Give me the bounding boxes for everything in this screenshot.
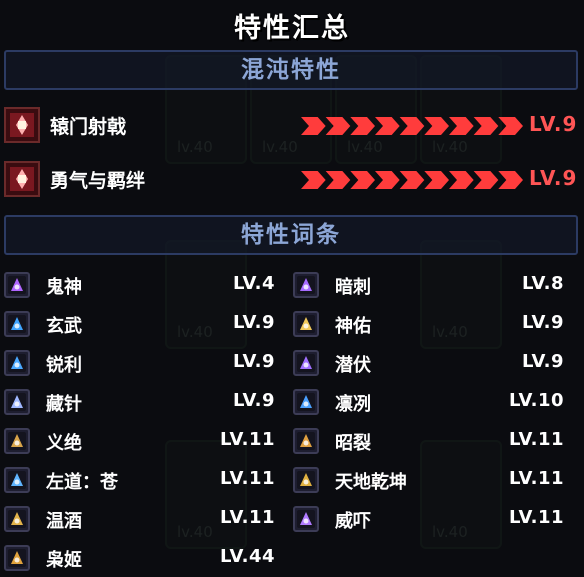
trait-level: LV.8 — [522, 273, 564, 294]
trait-entry[interactable]: 威吓 LV.11 — [293, 503, 578, 535]
trait-entry[interactable]: 温酒 LV.11 — [4, 503, 289, 535]
trait-level: LV.11 — [509, 429, 564, 450]
trait-level: LV.11 — [220, 429, 275, 450]
heaven-earth-icon — [293, 467, 319, 493]
trait-level: LV.11 — [220, 507, 275, 528]
trait-level: LV.9 — [522, 312, 564, 333]
intimidate-icon — [293, 506, 319, 532]
chaos-trait-row[interactable]: 勇气与羁绊 LV.9 — [4, 161, 580, 197]
chaos-trait-label: 勇气与羁绊 — [50, 170, 146, 192]
trait-entry[interactable]: 玄武 LV.9 — [4, 308, 289, 340]
trait-level: LV.11 — [509, 468, 564, 489]
entries-section-header: 特性词条 — [4, 215, 578, 255]
brave-bond-icon — [4, 161, 40, 197]
trait-label: 潜伏 — [335, 355, 371, 376]
trait-level: LV.10 — [509, 390, 564, 411]
trait-entry[interactable]: 神佑 LV.9 — [293, 308, 578, 340]
divine-blessing-icon — [293, 311, 319, 337]
lurk-icon — [293, 350, 319, 376]
trait-label: 神佑 — [335, 316, 371, 337]
trait-entry[interactable]: 左道：苍 LV.11 — [4, 464, 289, 496]
trait-level: LV.9 — [233, 312, 275, 333]
chaos-trait-row[interactable]: 辕门射戟 LV.9 — [4, 107, 580, 143]
hidden-needle-icon — [4, 389, 30, 415]
chaos-progress-bar — [301, 115, 523, 137]
chaos-section-header: 混沌特性 — [4, 50, 578, 90]
trait-label: 义绝 — [46, 433, 82, 454]
trait-label: 凛冽 — [335, 394, 371, 415]
trait-label: 威吓 — [335, 511, 371, 532]
trait-label: 天地乾坤 — [335, 472, 407, 493]
trait-level: LV.9 — [233, 351, 275, 372]
trait-entry[interactable]: 暗刺 LV.8 — [293, 269, 578, 301]
owl-lady-icon — [4, 545, 30, 571]
trait-label: 左道：苍 — [46, 472, 118, 493]
frost-icon — [293, 389, 319, 415]
trait-level: LV.9 — [233, 390, 275, 411]
trait-level: LV.11 — [509, 507, 564, 528]
righteous-icon — [4, 428, 30, 454]
trait-level: LV.11 — [220, 468, 275, 489]
trait-entry[interactable]: 枭姬 LV.44 — [4, 542, 289, 574]
trait-label: 玄武 — [46, 316, 82, 337]
chaos-trait-label: 辕门射戟 — [50, 116, 127, 138]
trait-label: 昭裂 — [335, 433, 371, 454]
black-tortoise-icon — [4, 311, 30, 337]
trait-entry[interactable]: 藏针 LV.9 — [4, 386, 289, 418]
trait-entry[interactable]: 鬼神 LV.4 — [4, 269, 289, 301]
chaos-progress-bar — [301, 169, 523, 191]
left-path-icon — [4, 467, 30, 493]
crossbow-emblem-icon — [4, 107, 40, 143]
trait-label: 藏针 — [46, 394, 82, 415]
trait-entry[interactable]: 凛冽 LV.10 — [293, 386, 578, 418]
page-title: 特性汇总 — [234, 13, 350, 44]
split-icon — [293, 428, 319, 454]
ghost-god-icon — [4, 272, 30, 298]
trait-label: 枭姬 — [46, 550, 82, 571]
trait-entry[interactable]: 锐利 LV.9 — [4, 347, 289, 379]
trait-entry[interactable]: 潜伏 LV.9 — [293, 347, 578, 379]
trait-level: LV.4 — [233, 273, 275, 294]
chaos-trait-level: LV.9 — [529, 166, 578, 190]
trait-entry[interactable]: 天地乾坤 LV.11 — [293, 464, 578, 496]
chaos-trait-level: LV.9 — [529, 112, 578, 136]
trait-level: LV.9 — [522, 351, 564, 372]
sharp-arrow-icon — [4, 350, 30, 376]
dark-stab-icon — [293, 272, 319, 298]
trait-label: 鬼神 — [46, 277, 82, 298]
trait-entry[interactable]: 昭裂 LV.11 — [293, 425, 578, 457]
trait-label: 暗刺 — [335, 277, 371, 298]
trait-label: 锐利 — [46, 355, 82, 376]
warm-wine-icon — [4, 506, 30, 532]
trait-entry[interactable]: 义绝 LV.11 — [4, 425, 289, 457]
trait-level: LV.44 — [220, 546, 275, 567]
trait-label: 温酒 — [46, 511, 82, 532]
